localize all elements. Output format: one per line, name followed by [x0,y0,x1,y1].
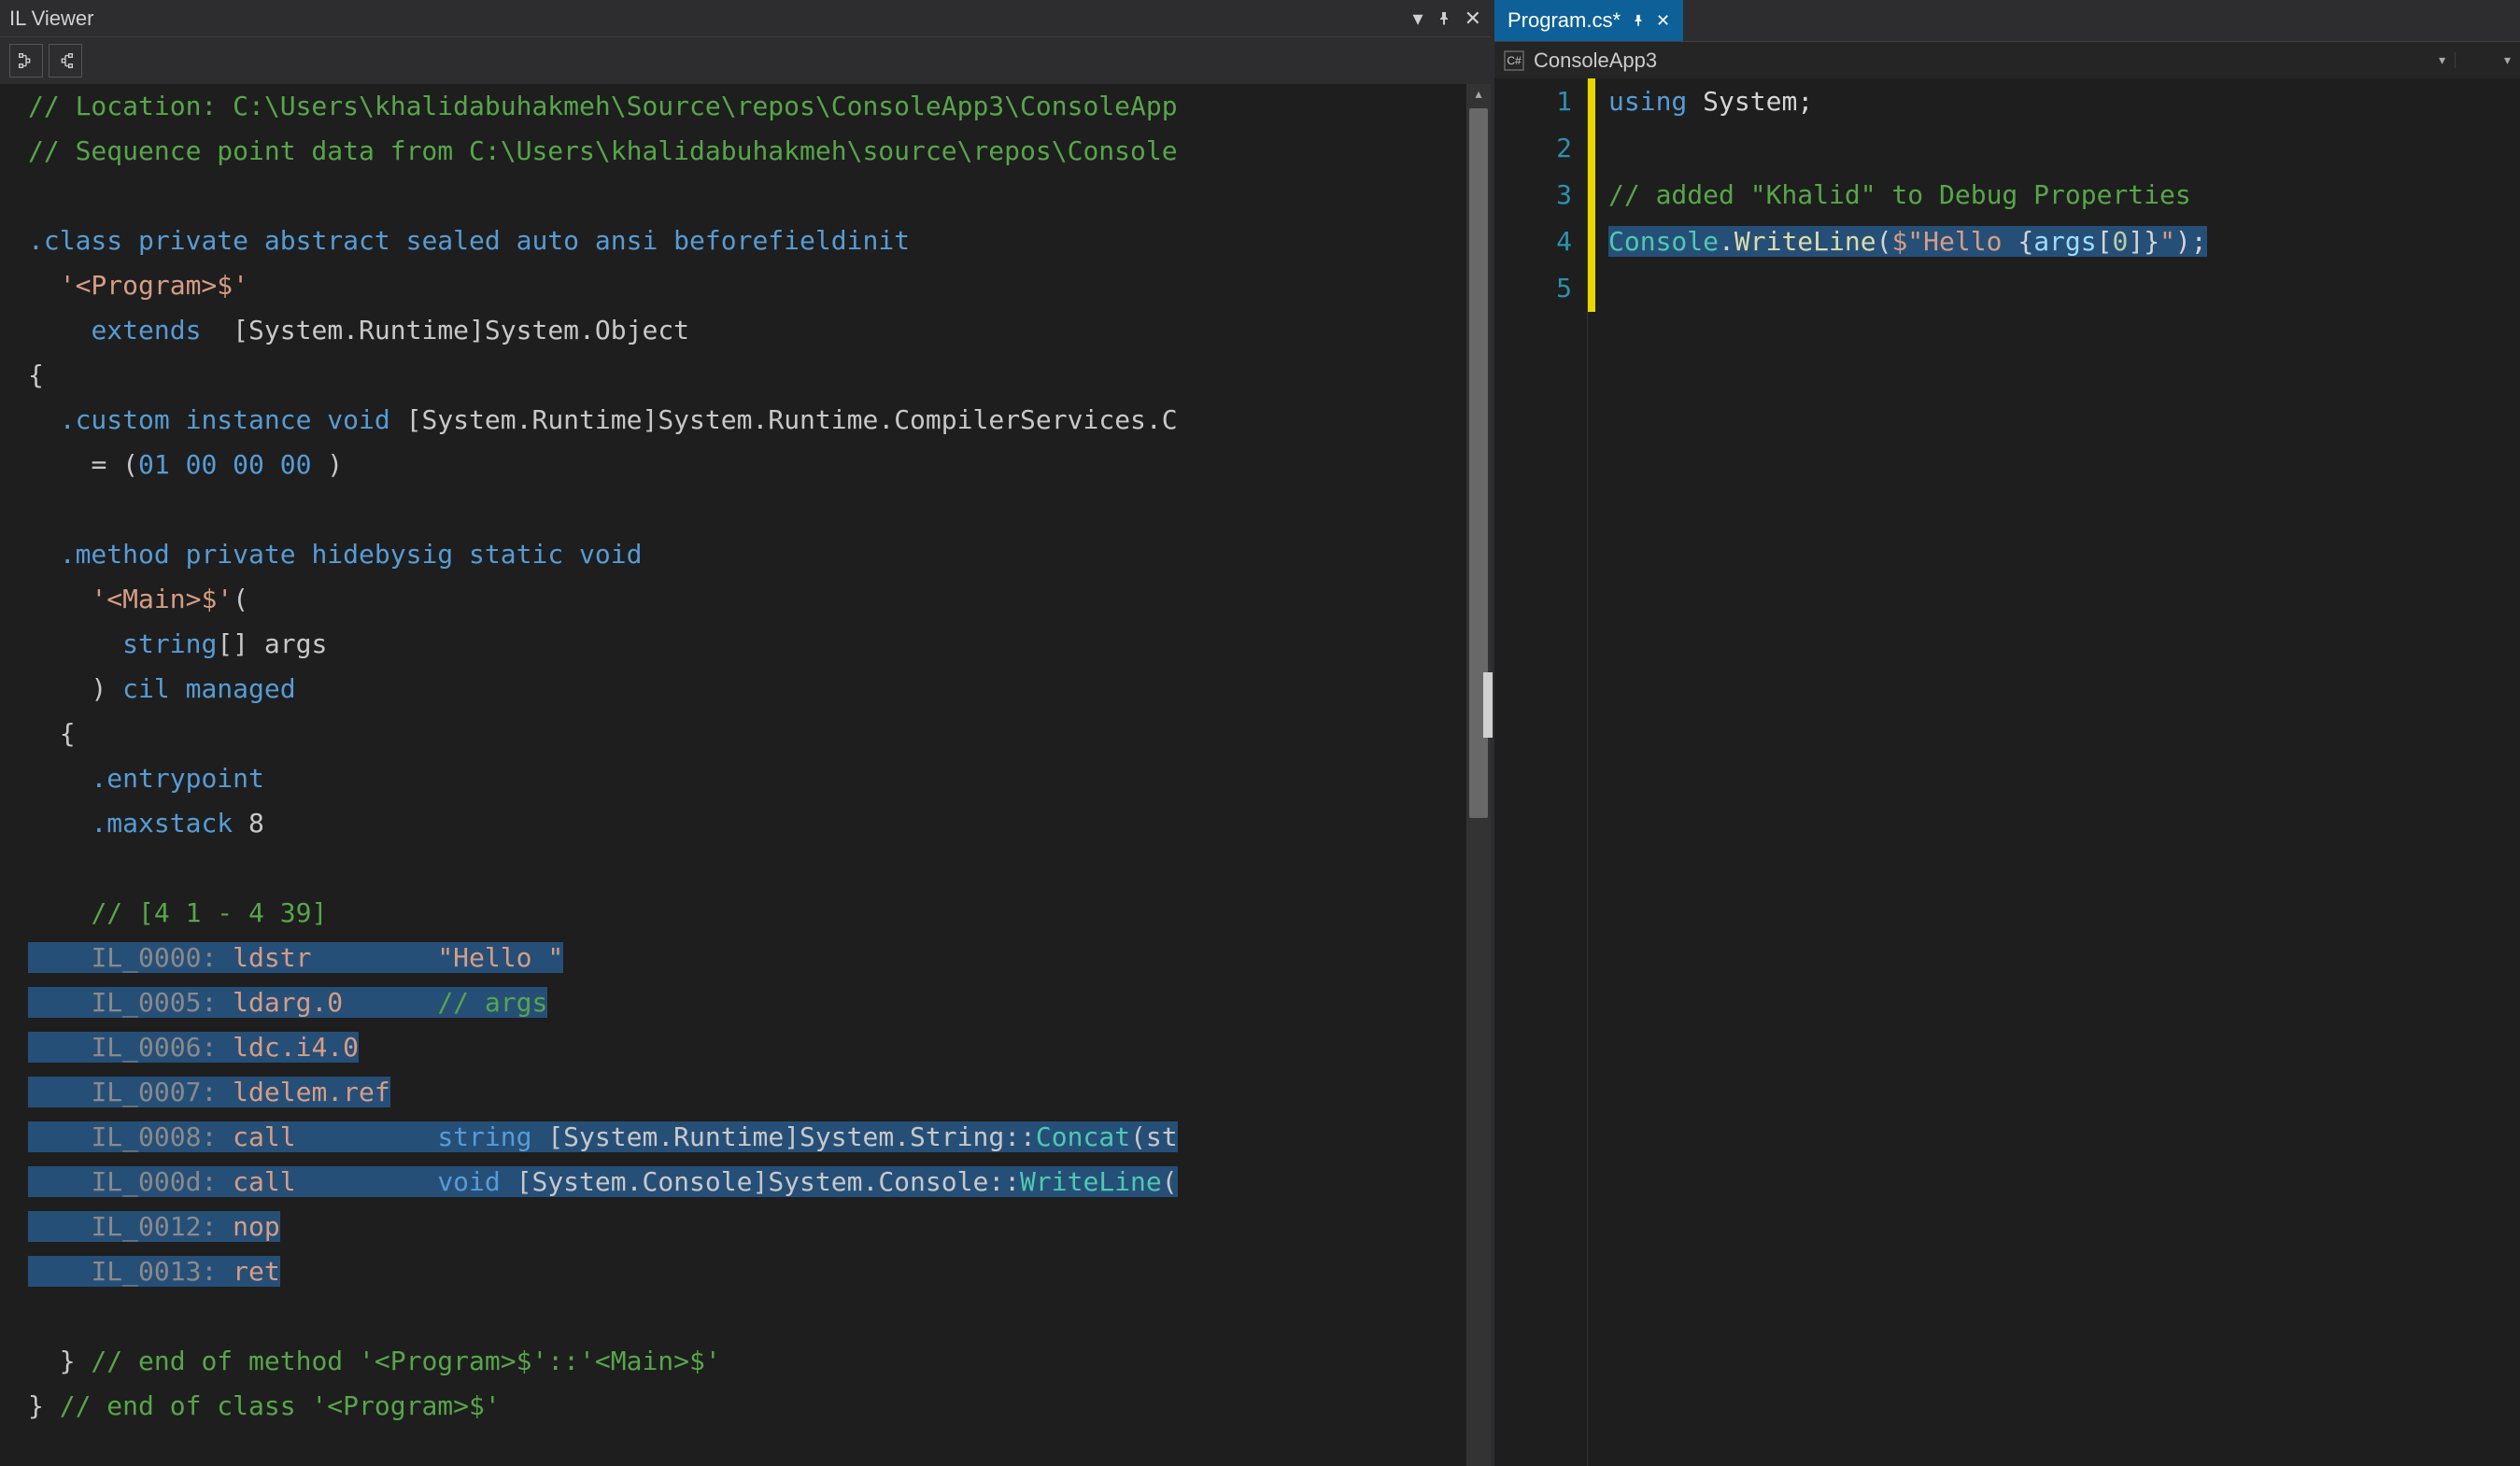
il-viewer-title: IL Viewer [9,7,94,31]
line-number: 4 [1494,218,1572,265]
line-number: 5 [1494,265,1572,312]
chevron-down-icon: ▾ [2439,52,2445,68]
il-scrollbar[interactable]: ▴ [1466,84,1491,1466]
csharp-file-icon: C# [1504,50,1524,71]
il-line: // Sequence point data from C:\Users\kha… [28,135,1178,166]
cs-code-content[interactable]: using System; // added "Khalid" to Debug… [1595,78,2520,1466]
il-viewer-toolbar [0,37,1491,84]
il-line: // Location: C:\Users\khalidabuhakmeh\So… [28,91,1178,121]
source-editor-pane: Program.cs* ✕ C# ConsoleApp3 ▾ ▾ 1 2 3 4… [1494,0,2520,1466]
modified-marker [1588,172,1595,218]
il-code-editor[interactable]: // Location: C:\Users\khalidabuhakmeh\So… [0,84,1491,1466]
line-number: 2 [1494,125,1572,172]
chevron-down-icon: ▾ [2504,52,2511,68]
cs-code-editor[interactable]: 1 2 3 4 5 using System; // added "Khalid… [1494,78,2520,1466]
splitter-handle[interactable] [1483,672,1493,738]
modified-marker [1588,125,1595,172]
line-number-gutter: 1 2 3 4 5 [1494,78,1588,1466]
context-project-label: ConsoleApp3 [1534,49,1657,73]
tab-label: Program.cs* [1508,8,1621,33]
close-tab-icon[interactable]: ✕ [1656,11,1670,31]
scroll-up-icon[interactable]: ▴ [1474,84,1484,106]
il-nav-forward-button[interactable] [49,44,82,78]
il-viewer-pane: IL Viewer ▾ ✕ // Location: C:\Users\khal… [0,0,1494,1466]
pin-icon[interactable] [1437,11,1451,26]
context-project-dropdown[interactable]: ConsoleApp3 ▾ [1534,49,2445,73]
line-number: 1 [1494,78,1572,125]
editor-tab-bar: Program.cs* ✕ [1494,0,2520,41]
modification-bar [1588,78,1595,1466]
context-navigator: C# ConsoleApp3 ▾ ▾ [1494,41,2520,78]
modified-marker [1588,218,1595,265]
svg-text:C#: C# [1507,54,1522,67]
modified-marker [1588,265,1595,312]
context-member-dropdown[interactable]: ▾ [2455,52,2511,68]
il-nav-back-button[interactable] [9,44,43,78]
pin-tab-icon[interactable] [1632,14,1645,27]
modified-marker [1588,78,1595,125]
tab-program-cs[interactable]: Program.cs* ✕ [1494,0,1683,41]
window-position-icon[interactable]: ▾ [1413,7,1423,31]
close-icon[interactable]: ✕ [1465,7,1481,31]
line-number: 3 [1494,172,1572,218]
il-viewer-titlebar: IL Viewer ▾ ✕ [0,0,1491,37]
il-kw: .class [28,225,122,256]
